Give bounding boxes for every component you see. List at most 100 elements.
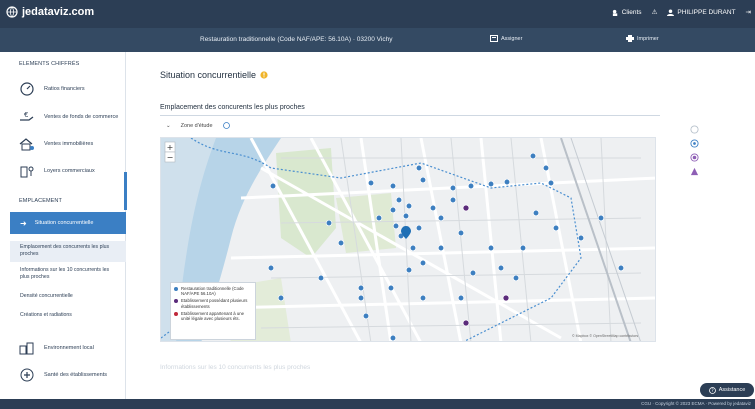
hand-money-icon: € (18, 108, 36, 126)
map-marker[interactable] (269, 182, 277, 190)
map-marker[interactable] (437, 244, 445, 252)
sidebar-sub-emplacement[interactable]: Emplacement des concurrents les plus pro… (10, 241, 126, 262)
map-marker[interactable] (429, 204, 437, 212)
map-marker[interactable] (402, 212, 410, 220)
footer-text: CGU · Copyright © 2023 ECMA · Powered by… (641, 401, 751, 406)
sidebar: ELEMENTS CHIFFRÉS Ratios financiers € Ve… (0, 52, 126, 399)
map-marker[interactable] (449, 184, 457, 192)
map-marker[interactable] (519, 244, 527, 252)
map-marker[interactable] (462, 319, 470, 327)
sidebar-item-label: Ratios financiers (44, 86, 85, 92)
map-marker[interactable] (392, 222, 400, 230)
footer: CGU · Copyright © 2023 ECMA · Powered by… (0, 399, 755, 409)
map-marker[interactable] (357, 294, 365, 302)
target-icon[interactable] (690, 139, 699, 148)
map-marker[interactable] (389, 334, 397, 341)
sidebar-item-label: Santé des établissements (44, 372, 107, 378)
map-marker[interactable] (529, 152, 537, 160)
map-marker[interactable] (367, 179, 375, 187)
legend-label: Etablissement possédant plusieurs établi… (181, 298, 248, 309)
user-menu[interactable]: PHILIPPE DURANT (667, 8, 736, 16)
map-marker[interactable] (337, 239, 345, 247)
map-marker[interactable] (405, 202, 413, 210)
assign-button[interactable]: Assigner (490, 35, 522, 42)
brand-logo[interactable]: jedataviz.com (6, 6, 94, 18)
sidebar-item-ventes-fonds[interactable]: € Ventes de fonds de commerce (18, 106, 126, 128)
map-marker[interactable] (542, 164, 550, 172)
map-marker[interactable] (597, 214, 605, 222)
map-marker[interactable] (497, 264, 505, 272)
map-marker[interactable] (419, 294, 427, 302)
zone-selector[interactable]: ⌄ Zone d'étude (166, 122, 230, 129)
map-marker[interactable] (502, 294, 510, 302)
map-marker[interactable] (437, 214, 445, 222)
sidebar-item-ventes-immo[interactable]: Ventes immobilières (18, 133, 126, 155)
map-marker[interactable] (317, 274, 325, 282)
assistance-button[interactable]: ? Assistance (700, 383, 754, 397)
map-marker[interactable] (547, 179, 555, 187)
map-marker[interactable] (325, 219, 333, 227)
zoom-in-button[interactable]: + (167, 143, 174, 152)
map-marker[interactable] (512, 274, 520, 282)
map-marker[interactable] (395, 196, 403, 204)
map-marker[interactable] (462, 204, 470, 212)
map-marker[interactable] (577, 234, 585, 242)
map-marker[interactable] (487, 180, 495, 188)
sidebar-sub-creations[interactable]: Créations et radiations (20, 312, 120, 319)
map-marker[interactable] (487, 244, 495, 252)
map-marker[interactable] (617, 264, 625, 272)
map-marker[interactable] (532, 209, 540, 217)
info-warning-icon[interactable] (260, 71, 268, 79)
sidebar-item-sante[interactable]: Santé des établissements (18, 364, 126, 386)
map-marker[interactable] (405, 266, 413, 274)
warning-triangle-icon[interactable] (690, 167, 699, 176)
map-marker[interactable] (375, 214, 383, 222)
map-marker[interactable] (409, 244, 417, 252)
sidebar-sub-informations[interactable]: Informations sur les 10 concurrents les … (20, 267, 120, 281)
sidebar-item-situation[interactable]: ➜ Situation concurrentielle (10, 212, 126, 234)
map-marker[interactable] (503, 178, 511, 186)
group-icon[interactable] (690, 153, 699, 162)
map-marker[interactable] (415, 224, 423, 232)
map-marker[interactable] (552, 224, 560, 232)
logout-icon[interactable]: ⇥ (746, 8, 751, 16)
map-marker[interactable] (357, 284, 365, 292)
globe-icon (6, 6, 18, 18)
map-marker[interactable] (389, 182, 397, 190)
map-legend: Restauration traditionnelle (Code NAF/AP… (170, 282, 256, 340)
map-marker[interactable] (415, 164, 423, 172)
legend-label: Restauration traditionnelle (Code NAF/AP… (181, 286, 244, 297)
map-marker[interactable] (419, 176, 427, 184)
map-marker[interactable] (467, 182, 475, 190)
legend-item: Etablissement appartenant à une unité lé… (174, 311, 252, 321)
top-right-menu: Clients ⚠ PHILIPPE DURANT ⇥ (612, 8, 751, 16)
info-icon[interactable] (222, 122, 230, 129)
zone-label: Zone d'étude (180, 122, 213, 129)
sidebar-sub-densite[interactable]: Densité concurrentielle (20, 293, 120, 300)
map-marker[interactable] (457, 294, 465, 302)
sidebar-item-environnement[interactable]: Environnement local (18, 337, 126, 359)
map-marker[interactable] (449, 196, 457, 204)
alert-icon[interactable]: ⚠ (652, 8, 658, 16)
layers-icon[interactable] (690, 125, 699, 134)
map-marker[interactable] (387, 284, 395, 292)
map-attribution[interactable]: © Mapbox © OpenStreetMap contributors (572, 334, 638, 338)
map-marker[interactable] (362, 312, 370, 320)
map-marker[interactable] (267, 264, 275, 272)
sidebar-item-loyers[interactable]: Loyers commerciaux (18, 160, 126, 182)
map-marker[interactable] (389, 206, 397, 214)
zoom-controls: + − (164, 141, 176, 163)
chevron-down-icon[interactable]: ⌄ (166, 123, 171, 129)
print-button[interactable]: Imprimer (626, 35, 659, 42)
sidebar-scrollbar[interactable] (124, 172, 127, 210)
map-marker[interactable] (457, 229, 465, 237)
map-marker[interactable] (277, 294, 285, 302)
sidebar-item-ratios[interactable]: Ratios financiers (18, 78, 126, 100)
map-marker[interactable] (469, 269, 477, 277)
project-bar: Restauration traditionnelle (Code NAF/AP… (0, 28, 755, 52)
clients-link[interactable]: Clients (612, 9, 642, 16)
clients-icon (612, 9, 617, 16)
user-icon (667, 8, 675, 16)
map-marker[interactable] (419, 259, 427, 267)
zoom-out-button[interactable]: − (167, 153, 174, 162)
